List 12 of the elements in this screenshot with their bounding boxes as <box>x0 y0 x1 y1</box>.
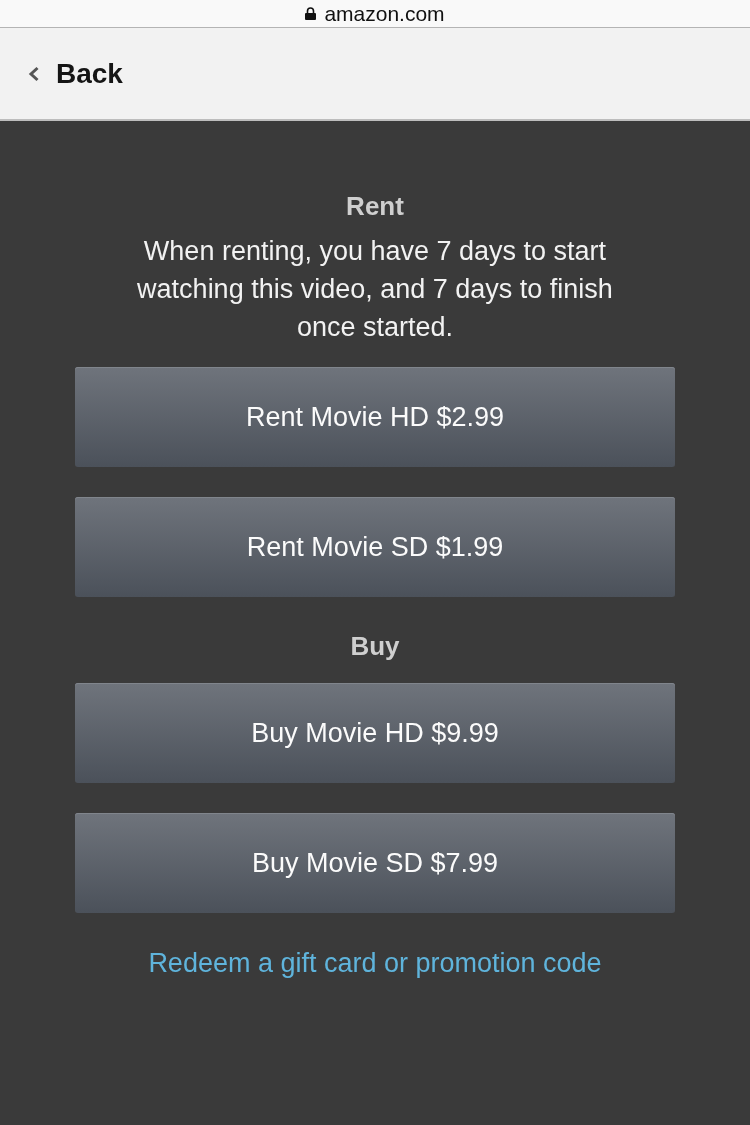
purchase-option-button[interactable]: Rent Movie HD $2.99 <box>75 367 675 467</box>
back-button[interactable]: Back <box>28 56 123 91</box>
address-url: amazon.com <box>324 1 445 26</box>
rental-terms-text: When renting, you have 7 days to start watching this video, and 7 days to finish once started. <box>136 235 614 344</box>
chevron-left-icon <box>28 65 40 82</box>
purchase-option-button[interactable]: Buy Movie SD $7.99 <box>75 813 675 913</box>
section-heading: Buy <box>349 630 401 663</box>
purchase-option-button[interactable]: Buy Movie HD $9.99 <box>75 683 675 783</box>
section-heading: Rent <box>345 190 405 223</box>
redeem-link[interactable]: Redeem a gift card or promotion code <box>148 944 602 982</box>
lock-icon <box>305 7 317 20</box>
purchase-option-button[interactable]: Rent Movie SD $1.99 <box>75 497 675 597</box>
